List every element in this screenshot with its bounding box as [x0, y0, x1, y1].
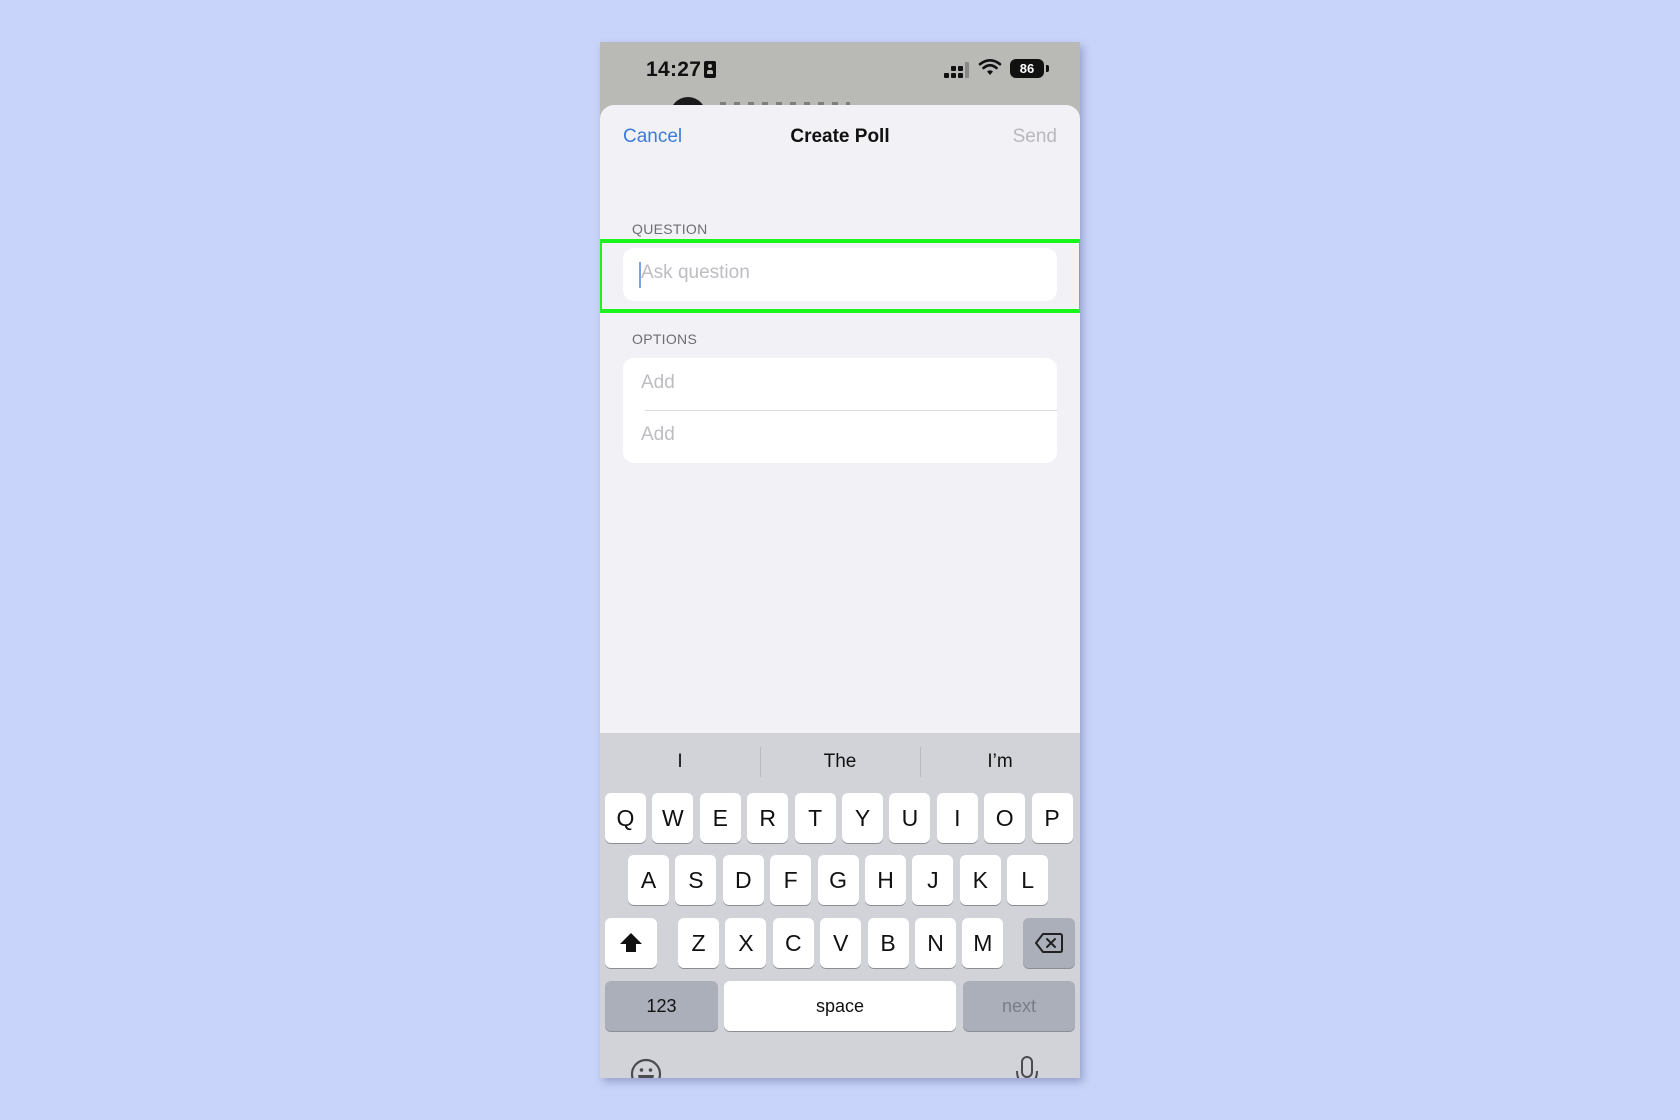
delete-key[interactable] — [1023, 918, 1075, 968]
key-l[interactable]: L — [1007, 855, 1049, 905]
suggestion-3[interactable]: I’m — [920, 751, 1080, 773]
key-x[interactable]: X — [725, 918, 767, 968]
key-u[interactable]: U — [889, 793, 931, 843]
create-poll-sheet: Cancel Create Poll Send QUESTION Ask que… — [600, 105, 1080, 1078]
key-b[interactable]: B — [867, 918, 909, 968]
shift-key[interactable] — [605, 918, 657, 968]
key-i[interactable]: I — [936, 793, 978, 843]
key-o[interactable]: O — [984, 793, 1026, 843]
shift-icon — [620, 933, 642, 952]
key-z[interactable]: Z — [678, 918, 719, 968]
microphone-icon[interactable] — [1014, 1055, 1040, 1078]
battery-icon: 86 — [1010, 59, 1044, 78]
numbers-key[interactable]: 123 — [605, 981, 718, 1031]
question-input[interactable]: Ask question — [623, 248, 1057, 301]
key-a[interactable]: A — [628, 855, 669, 905]
option-placeholder-1: Add — [641, 372, 675, 393]
status-bar: 14:27 86 — [600, 42, 1080, 133]
battery-tip — [1046, 65, 1049, 72]
key-h[interactable]: H — [865, 855, 906, 905]
key-m[interactable]: M — [962, 918, 1004, 968]
key-p[interactable]: P — [1031, 793, 1073, 843]
phone-screen: 14:27 86 Cancel Create Poll Send QUESTIO… — [600, 42, 1080, 1078]
key-n[interactable]: N — [915, 918, 956, 968]
wifi-icon — [978, 59, 1002, 75]
key-k[interactable]: K — [959, 855, 1001, 905]
status-time: 14:27 — [646, 58, 702, 81]
key-v[interactable]: V — [820, 918, 862, 968]
suggestion-2[interactable]: The — [760, 751, 920, 773]
delete-icon — [1035, 933, 1063, 953]
option-input-1[interactable]: Add — [623, 358, 1057, 410]
key-w[interactable]: W — [652, 793, 694, 843]
options-list: Add Add — [623, 358, 1057, 463]
key-q[interactable]: Q — [605, 793, 646, 843]
key-d[interactable]: D — [722, 855, 764, 905]
emoji-icon[interactable] — [630, 1058, 662, 1078]
key-g[interactable]: G — [817, 855, 859, 905]
key-e[interactable]: E — [699, 793, 741, 843]
next-key[interactable]: next — [963, 981, 1075, 1031]
key-f[interactable]: F — [770, 855, 812, 905]
options-section-label: OPTIONS — [632, 331, 698, 347]
cellular-signal-icon — [944, 62, 970, 78]
keyboard: I The I’m QWERTYUIOP ASDFGHJKL ZXCVBNM 1… — [600, 733, 1080, 1078]
space-key[interactable]: space — [724, 981, 956, 1031]
question-placeholder: Ask question — [641, 262, 750, 283]
key-c[interactable]: C — [772, 918, 814, 968]
key-j[interactable]: J — [912, 855, 954, 905]
option-placeholder-2: Add — [641, 424, 675, 445]
question-section-label: QUESTION — [632, 221, 708, 237]
key-s[interactable]: S — [675, 855, 717, 905]
nav-bar: Cancel Create Poll Send — [600, 105, 1080, 165]
page-title: Create Poll — [790, 126, 890, 147]
id-card-icon — [704, 61, 716, 78]
key-t[interactable]: T — [794, 793, 836, 843]
key-y[interactable]: Y — [842, 793, 883, 843]
key-r[interactable]: R — [747, 793, 789, 843]
suggestion-1[interactable]: I — [600, 751, 760, 773]
send-button[interactable]: Send — [1013, 126, 1057, 148]
option-input-2[interactable]: Add — [623, 411, 1057, 463]
